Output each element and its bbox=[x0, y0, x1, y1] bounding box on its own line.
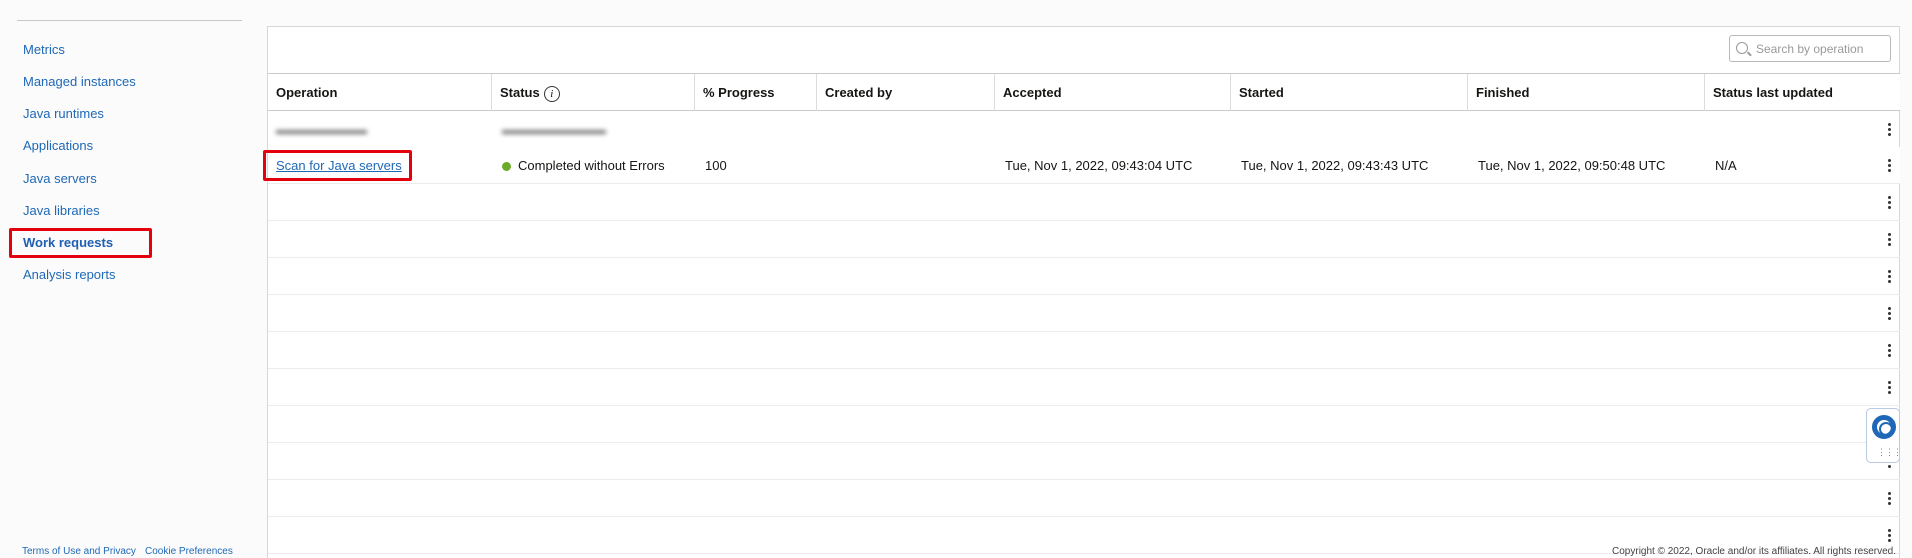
started-cell: Tue, Nov 1, 2022, 09:43:43 UTC bbox=[1241, 158, 1429, 173]
drag-handle-icon[interactable]: ⋮⋮⋮ bbox=[1877, 447, 1902, 457]
search-placeholder: Search by operation bbox=[1756, 42, 1864, 56]
cookie-preferences-link[interactable]: Cookie Preferences bbox=[145, 546, 233, 557]
column-header-progress[interactable]: % Progress bbox=[695, 74, 817, 111]
accepted-cell: Tue, Nov 1, 2022, 09:43:04 UTC bbox=[1005, 158, 1193, 173]
status-success-icon bbox=[502, 162, 511, 171]
table-row bbox=[268, 480, 1900, 517]
search-icon bbox=[1736, 42, 1748, 54]
sidebar-item-analysis-reports[interactable]: Analysis reports bbox=[23, 267, 115, 282]
column-header-status-last-updated[interactable]: Status last updated bbox=[1705, 74, 1900, 111]
table-row bbox=[268, 406, 1900, 443]
sidebar-item-applications[interactable]: Applications bbox=[23, 138, 93, 153]
table-row bbox=[268, 332, 1900, 369]
column-header-started[interactable]: Started bbox=[1231, 74, 1468, 111]
blurred-cell: ▬▬▬▬▬▬▬▬ bbox=[502, 122, 606, 137]
status-cell: Completed without Errors bbox=[502, 147, 665, 184]
blurred-cell: ▬▬▬▬▬▬▬ bbox=[276, 122, 367, 137]
column-header-status[interactable]: Status i bbox=[492, 74, 695, 111]
table-row bbox=[268, 369, 1900, 406]
sidebar: Metrics Managed instances Java runtimes … bbox=[0, 0, 258, 558]
lifebuoy-icon bbox=[1872, 415, 1896, 439]
search-input[interactable]: Search by operation bbox=[1729, 35, 1891, 62]
column-header-accepted[interactable]: Accepted bbox=[995, 74, 1231, 111]
progress-cell: 100 bbox=[705, 158, 727, 173]
highlight-box-operation bbox=[263, 150, 412, 181]
column-header-finished[interactable]: Finished bbox=[1468, 74, 1705, 111]
sidebar-divider bbox=[17, 20, 242, 21]
sidebar-item-managed-instances[interactable]: Managed instances bbox=[23, 74, 136, 89]
copyright-text: Copyright © 2022, Oracle and/or its affi… bbox=[1612, 546, 1896, 557]
sidebar-item-java-libraries[interactable]: Java libraries bbox=[23, 203, 100, 218]
row-actions-menu-icon[interactable] bbox=[1888, 529, 1892, 543]
info-icon[interactable]: i bbox=[543, 85, 560, 102]
row-actions-menu-icon[interactable] bbox=[1888, 492, 1892, 506]
column-header-created-by[interactable]: Created by bbox=[817, 74, 995, 111]
row-actions-menu-icon[interactable] bbox=[1888, 270, 1892, 284]
table-row bbox=[268, 258, 1900, 295]
row-actions-menu-icon[interactable] bbox=[1888, 344, 1892, 358]
row-actions-menu-icon[interactable] bbox=[1888, 381, 1892, 395]
table-row-highlighted: Scan for Java servers Completed without … bbox=[268, 147, 1900, 184]
sidebar-item-java-runtimes[interactable]: Java runtimes bbox=[23, 106, 104, 121]
footer: Terms of Use and Privacy Cookie Preferen… bbox=[0, 544, 1912, 558]
highlight-box-work-requests bbox=[9, 228, 152, 258]
row-actions-menu-icon[interactable] bbox=[1888, 159, 1892, 173]
table-row bbox=[268, 443, 1900, 480]
table-row bbox=[268, 184, 1900, 221]
table-header: Operation Status i % Progress Created by … bbox=[268, 73, 1900, 111]
table-row: ▬▬▬▬▬▬▬ ▬▬▬▬▬▬▬▬ bbox=[268, 111, 1900, 148]
column-header-status-label: Status bbox=[500, 85, 540, 100]
sidebar-item-java-servers[interactable]: Java servers bbox=[23, 171, 97, 186]
table-row bbox=[268, 221, 1900, 258]
table-row bbox=[268, 295, 1900, 332]
row-actions-menu-icon[interactable] bbox=[1888, 123, 1892, 137]
sidebar-item-metrics[interactable]: Metrics bbox=[23, 42, 65, 57]
terms-link[interactable]: Terms of Use and Privacy bbox=[22, 546, 136, 557]
status-last-updated-cell: N/A bbox=[1715, 158, 1737, 173]
column-header-operation[interactable]: Operation bbox=[268, 74, 492, 111]
row-actions-menu-icon[interactable] bbox=[1888, 233, 1892, 247]
finished-cell: Tue, Nov 1, 2022, 09:50:48 UTC bbox=[1478, 158, 1666, 173]
row-actions-menu-icon[interactable] bbox=[1888, 196, 1892, 210]
help-widget[interactable]: ⋮⋮⋮ bbox=[1866, 408, 1902, 463]
row-actions-menu-icon[interactable] bbox=[1888, 307, 1892, 321]
status-text: Completed without Errors bbox=[518, 158, 665, 173]
